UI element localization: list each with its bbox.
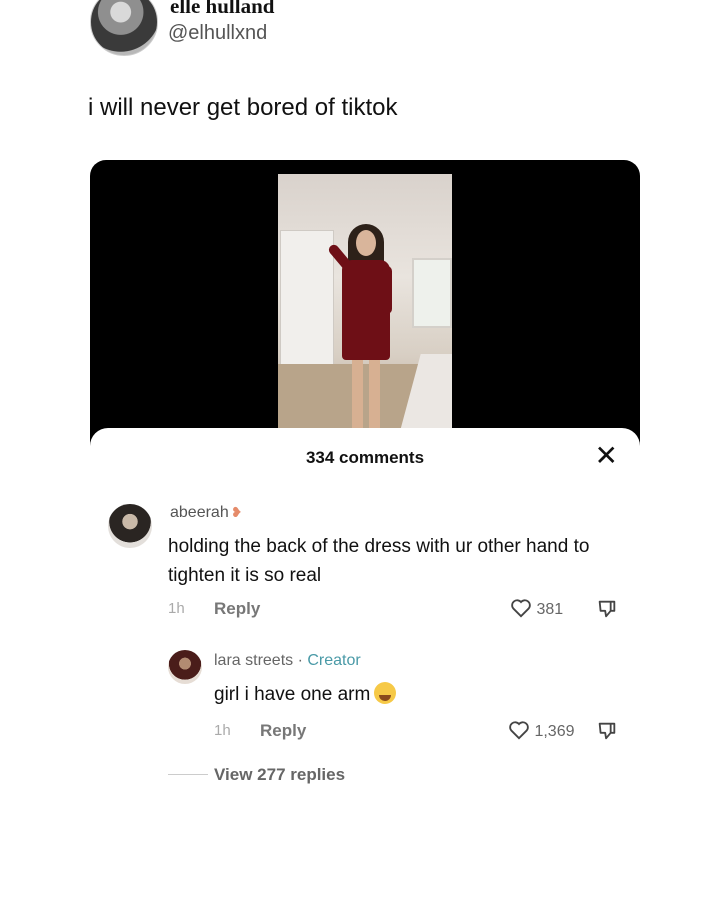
comments-sheet: 334 comments ✕ abeerah ❥ holding the back… bbox=[90, 428, 640, 808]
author-name[interactable]: elle hulland bbox=[170, 0, 274, 19]
close-icon[interactable]: ✕ bbox=[595, 442, 618, 470]
reply-username[interactable]: lara streets · Creator bbox=[214, 652, 361, 670]
comment-time: 1h bbox=[168, 600, 185, 617]
dislike-button[interactable] bbox=[596, 598, 618, 625]
replier-avatar[interactable] bbox=[168, 650, 202, 684]
view-replies-link[interactable]: View 277 replies bbox=[214, 765, 345, 785]
comments-count: 334 comments bbox=[305, 448, 425, 467]
like-count: 381 bbox=[536, 601, 564, 618]
author-handle[interactable]: @elhullxnd bbox=[168, 22, 267, 45]
reply-button[interactable]: Reply bbox=[260, 721, 306, 741]
comment-text: holding the back of the dress with ur ot… bbox=[168, 536, 590, 586]
video-frame bbox=[278, 174, 452, 432]
reply-text: girl i have one arm bbox=[214, 682, 397, 706]
reply-time: 1h bbox=[214, 722, 231, 739]
tiktok-video-screenshot[interactable] bbox=[90, 160, 640, 460]
like-button[interactable]: 1,369 bbox=[508, 720, 575, 741]
crying-emoji bbox=[374, 682, 397, 704]
reply-button[interactable]: Reply bbox=[214, 599, 260, 619]
dislike-button[interactable] bbox=[596, 720, 618, 747]
like-button[interactable]: 381 bbox=[510, 598, 563, 619]
heart-hands-emoji: ❥ bbox=[230, 504, 243, 520]
author-avatar[interactable] bbox=[90, 0, 158, 56]
heart-icon bbox=[511, 599, 531, 618]
commenter-avatar[interactable] bbox=[108, 504, 152, 548]
like-count: 1,369 bbox=[534, 723, 575, 740]
dislike-icon bbox=[598, 600, 616, 618]
divider bbox=[168, 774, 208, 775]
creator-badge: Creator bbox=[307, 652, 361, 669]
comment-username[interactable]: abeerah ❥ bbox=[170, 504, 242, 522]
tweet-text: i will never get bored of tiktok bbox=[88, 94, 398, 121]
dislike-icon bbox=[598, 722, 616, 740]
heart-icon bbox=[509, 721, 529, 740]
